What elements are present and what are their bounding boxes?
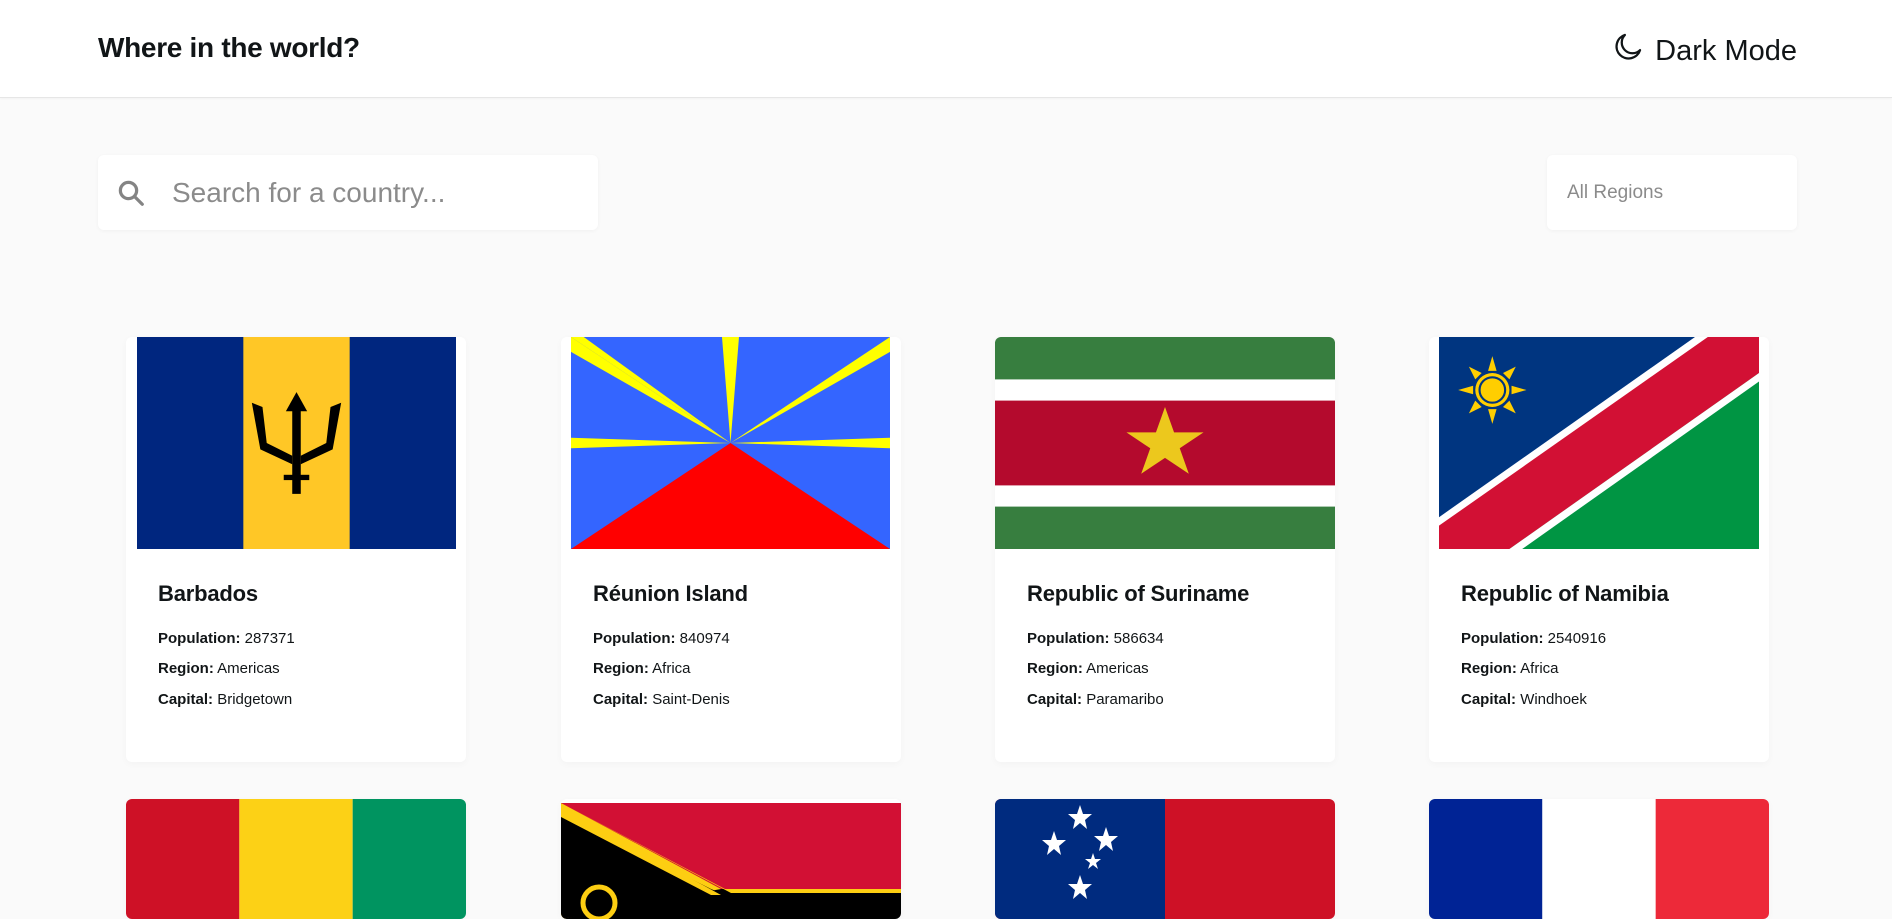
samoa-flag-icon	[995, 799, 1335, 919]
capital-value: Windhoek	[1520, 691, 1587, 708]
country-name: Barbados	[158, 581, 258, 606]
region-label: Region:	[593, 660, 649, 677]
toolbar: All Regions	[98, 155, 1797, 230]
app-title: Where in the world?	[98, 32, 360, 63]
moon-icon	[1611, 30, 1645, 72]
population-row: Population: 2540916	[1461, 630, 1606, 647]
capital-label: Capital:	[158, 691, 214, 708]
country-card[interactable]: Barbados Population: 287371 Region: Amer…	[126, 337, 466, 762]
region-row: Region: Africa	[593, 660, 691, 677]
country-card[interactable]: Republic of Namibia Population: 2540916 …	[1429, 337, 1769, 762]
region-filter-label: All Regions	[1567, 181, 1664, 203]
capital-label: Capital:	[1461, 691, 1517, 708]
country-card[interactable]: Republic of Suriname Population: 586634 …	[995, 337, 1335, 762]
capital-row: Capital: Saint-Denis	[593, 691, 730, 708]
population-label: Population:	[1027, 630, 1110, 647]
population-value: 586634	[1113, 630, 1164, 647]
app-header: Where in the world? Dark Mode	[0, 0, 1892, 98]
search-icon	[114, 176, 148, 210]
country-name: Republic of Namibia	[1461, 581, 1669, 606]
population-row: Population: 840974	[593, 630, 730, 647]
capital-value: Saint-Denis	[652, 691, 730, 708]
namibia-flag-icon	[1439, 337, 1759, 549]
country-card[interactable]	[995, 799, 1335, 919]
capital-label: Capital:	[593, 691, 649, 708]
capital-row: Capital: Bridgetown	[158, 691, 292, 708]
dark-mode-label: Dark Mode	[1655, 34, 1797, 67]
region-label: Region:	[1461, 660, 1517, 677]
country-name: Republic of Suriname	[1027, 581, 1250, 606]
population-row: Population: 586634	[1027, 630, 1164, 647]
vanuatu-flag-icon	[561, 803, 901, 919]
population-value: 287371	[244, 630, 295, 647]
country-card[interactable]: Réunion Island Population: 840974 Region…	[561, 337, 901, 762]
region-value: Africa	[1520, 660, 1559, 677]
reunion-flag-icon	[571, 337, 890, 549]
country-name: Réunion Island	[593, 581, 748, 606]
search-input[interactable]	[172, 176, 572, 209]
region-filter-select[interactable]: All Regions	[1547, 155, 1797, 230]
population-value: 2540916	[1547, 630, 1607, 647]
region-row: Region: Africa	[1461, 660, 1559, 677]
france-flag-icon	[1429, 799, 1769, 919]
region-label: Region:	[158, 660, 214, 677]
guinea-flag-icon	[126, 799, 466, 919]
population-label: Population:	[158, 630, 241, 647]
country-card[interactable]	[126, 799, 466, 919]
region-label: Region:	[1027, 660, 1083, 677]
suriname-flag-icon	[995, 337, 1335, 549]
population-value: 840974	[679, 630, 730, 647]
capital-label: Capital:	[1027, 691, 1083, 708]
region-value: Americas	[217, 660, 280, 677]
capital-row: Capital: Paramaribo	[1027, 691, 1164, 708]
barbados-flag-icon	[137, 337, 456, 549]
region-value: Americas	[1086, 660, 1149, 677]
search-box[interactable]	[98, 155, 598, 230]
region-row: Region: Americas	[1027, 660, 1149, 677]
population-label: Population:	[1461, 630, 1544, 647]
capital-value: Bridgetown	[217, 691, 293, 708]
region-row: Region: Americas	[158, 660, 280, 677]
population-label: Population:	[593, 630, 676, 647]
dark-mode-toggle[interactable]: Dark Mode	[1611, 30, 1797, 72]
region-value: Africa	[652, 660, 691, 677]
country-card[interactable]	[561, 799, 901, 919]
capital-row: Capital: Windhoek	[1461, 691, 1587, 708]
country-card[interactable]	[1429, 799, 1769, 919]
capital-value: Paramaribo	[1086, 691, 1164, 708]
population-row: Population: 287371	[158, 630, 295, 647]
